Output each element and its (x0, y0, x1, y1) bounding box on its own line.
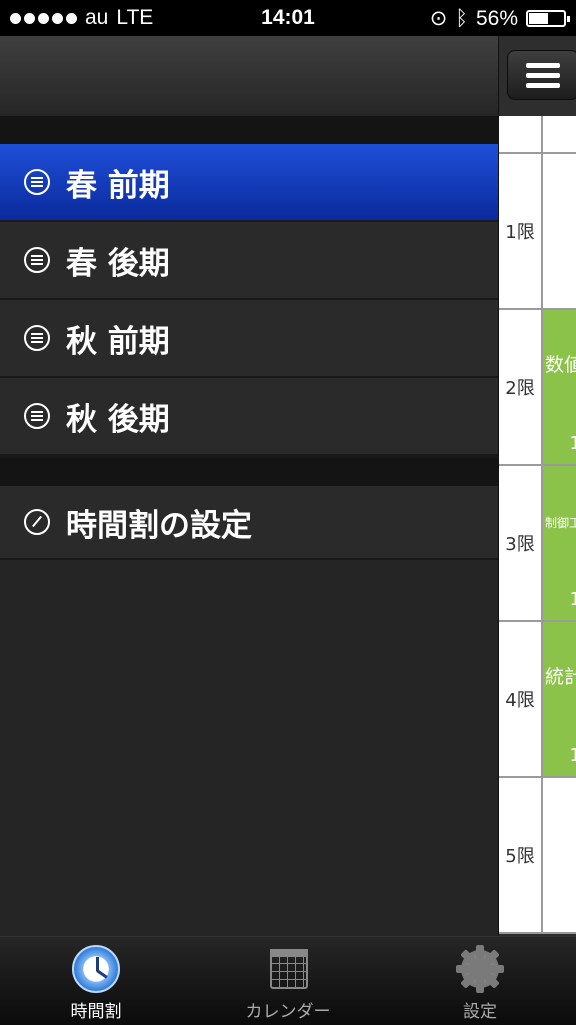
table-row: 2限 数値 1 (499, 310, 576, 466)
menu-item-label: 秋 前期 (66, 323, 170, 360)
menu-item-autumn-second-half[interactable]: 秋 後期 (0, 378, 498, 456)
section-divider (0, 456, 498, 486)
timetable-panel: 1限 2限 数値 1 3限 制御工 1 4限 統計 1 5限 (498, 36, 576, 936)
status-bar: au LTE 14:01 ⊙ ᛒ 56% (0, 0, 576, 36)
battery-icon (526, 10, 570, 27)
period-label: 4限 (499, 622, 543, 776)
course-cell[interactable]: 数値 1 (543, 310, 576, 464)
side-menu: 春 前期 春 後期 秋 前期 秋 後期 時間割の設定 (0, 116, 498, 936)
period-label: 3限 (499, 466, 543, 620)
tab-bar: 時間割 カレンダー 設定 (0, 936, 576, 1025)
timetable-header-row (499, 116, 576, 154)
menu-item-label: 秋 後期 (66, 401, 170, 438)
list-icon (24, 169, 50, 195)
list-icon (24, 247, 50, 273)
menu-item-label: 時間割の設定 (66, 507, 252, 544)
gauge-icon (24, 509, 50, 535)
table-row: 5限 (499, 778, 576, 934)
menu-item-timetable-settings[interactable]: 時間割の設定 (0, 486, 498, 560)
tab-calendar[interactable]: カレンダー (192, 937, 384, 1025)
menu-header (0, 36, 498, 116)
tab-timetable[interactable]: 時間割 (0, 937, 192, 1025)
course-name: 制御工 (545, 516, 576, 530)
course-cell[interactable]: 統計 1 (543, 622, 576, 776)
timetable-cell[interactable] (543, 778, 576, 932)
table-row: 3限 制御工 1 (499, 466, 576, 622)
menu-item-label: 春 前期 (66, 167, 170, 204)
menu-item-spring-first-half[interactable]: 春 前期 (0, 144, 498, 222)
period-label: 1限 (499, 154, 543, 308)
course-cell[interactable]: 制御工 1 (543, 466, 576, 620)
clock-icon (72, 945, 120, 993)
tab-settings[interactable]: 設定 (384, 937, 576, 1025)
tab-label: 時間割 (70, 1002, 122, 1022)
menu-item-label: 春 後期 (66, 245, 170, 282)
rotation-lock-icon: ⊙ (429, 7, 448, 30)
period-label: 5限 (499, 778, 543, 932)
table-row: 4限 統計 1 (499, 622, 576, 778)
timetable-grid: 1限 2限 数値 1 3限 制御工 1 4限 統計 1 5限 (499, 116, 576, 934)
calendar-icon (270, 949, 308, 989)
tab-label: カレンダー (245, 1002, 331, 1022)
course-name: 数値 (545, 354, 576, 376)
menu-item-spring-second-half[interactable]: 春 後期 (0, 222, 498, 300)
battery-percent: 56% (475, 6, 518, 30)
course-name: 統計 (545, 666, 576, 688)
bluetooth-icon: ᛒ (455, 6, 468, 30)
list-icon (24, 325, 50, 351)
timetable-cell[interactable] (543, 154, 576, 308)
hamburger-menu-button[interactable] (507, 50, 576, 100)
table-row: 1限 (499, 154, 576, 310)
period-label: 2限 (499, 310, 543, 464)
course-room: 1 (569, 589, 576, 610)
course-room: 1 (569, 433, 576, 454)
menu-item-autumn-first-half[interactable]: 秋 前期 (0, 300, 498, 378)
tab-label: 設定 (463, 1002, 497, 1022)
list-icon (24, 403, 50, 429)
gear-icon (456, 945, 504, 993)
section-divider (0, 116, 498, 144)
course-room: 1 (569, 745, 576, 766)
